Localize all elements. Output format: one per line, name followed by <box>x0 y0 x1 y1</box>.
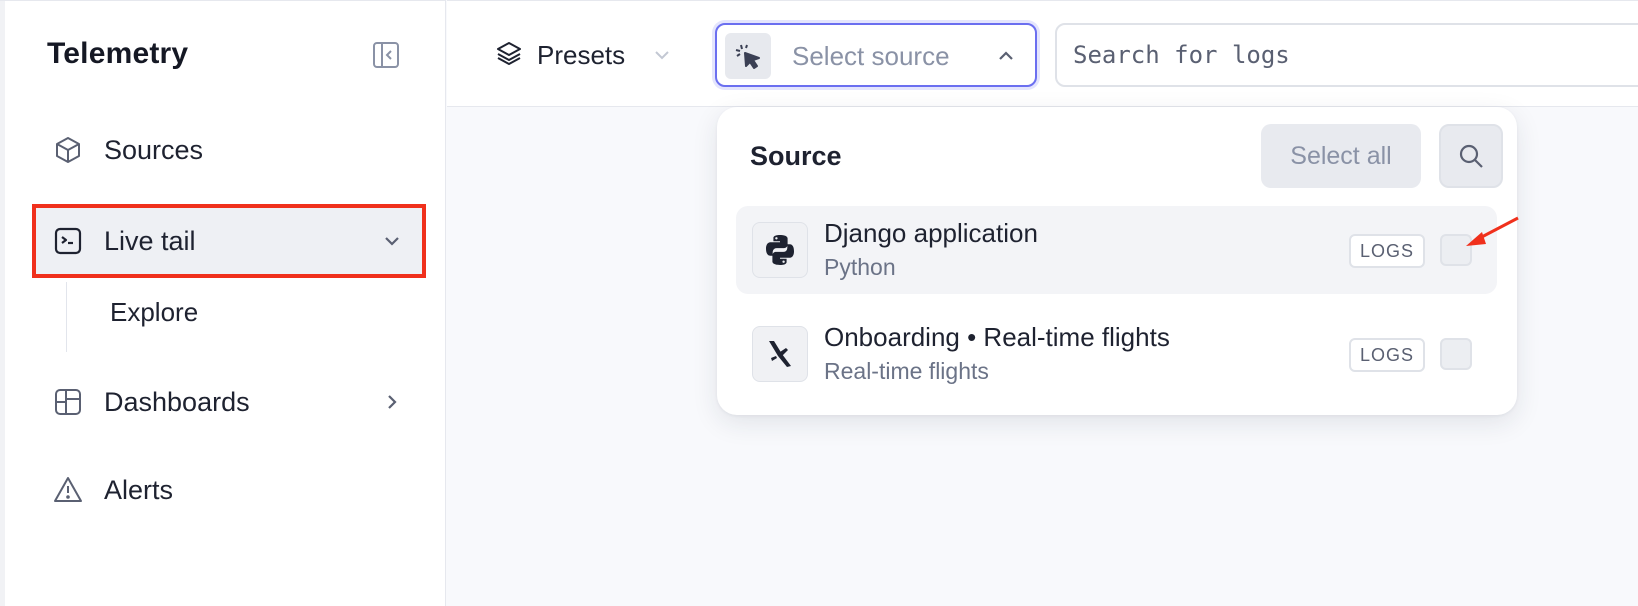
source-name: Onboarding • Real-time flights <box>824 322 1170 352</box>
flight-icon <box>752 326 808 382</box>
source-type-badge: LOGS <box>1349 234 1426 268</box>
warning-icon <box>52 474 84 506</box>
source-select[interactable]: Select source <box>715 23 1037 87</box>
select-all-button[interactable]: Select all <box>1261 124 1421 188</box>
python-icon <box>752 222 808 278</box>
presets-label: Presets <box>537 39 626 70</box>
source-type-badge: LOGS <box>1349 338 1426 372</box>
source-row-onboarding[interactable]: Onboarding • Real-time flights Real-time… <box>736 310 1497 398</box>
subnav-divider <box>66 282 67 352</box>
sidebar-item-label: Live tail <box>104 225 196 256</box>
sidebar-item-alerts[interactable]: Alerts <box>32 455 426 525</box>
dropdown-title: Source <box>750 141 842 171</box>
chevron-up-icon <box>995 45 1017 67</box>
sidebar-item-label: Sources <box>104 134 204 165</box>
sidebar-item-live-tail[interactable]: Live tail <box>32 204 426 278</box>
source-dropdown: Source Select all Django application Pyt… <box>717 107 1517 415</box>
cube-icon <box>52 134 84 166</box>
presets-button[interactable]: Presets <box>495 35 673 75</box>
cursor-click-icon <box>725 33 771 79</box>
dashboard-icon <box>52 386 84 418</box>
sidebar-subitem-explore[interactable]: Explore <box>110 297 198 328</box>
sidebar-item-sources[interactable]: Sources <box>32 115 426 185</box>
terminal-icon <box>52 225 84 257</box>
sidebar-item-label: Dashboards <box>104 386 250 417</box>
chevron-down-icon <box>651 44 673 66</box>
search-icon[interactable] <box>1439 124 1503 188</box>
source-checkbox[interactable] <box>1440 338 1472 370</box>
app-root: Telemetry Sources Live tail Explore Dash… <box>0 0 1638 606</box>
source-subtitle: Real-time flights <box>824 358 989 384</box>
layers-icon <box>495 39 523 72</box>
chevron-down-icon[interactable] <box>380 229 404 253</box>
collapse-sidebar-icon[interactable] <box>372 41 400 69</box>
source-subtitle: Python <box>824 254 896 280</box>
sidebar-item-dashboards[interactable]: Dashboards <box>32 367 426 437</box>
source-row-django[interactable]: Django application Python LOGS <box>736 206 1497 294</box>
search-logs-input[interactable] <box>1055 23 1638 87</box>
source-checkbox[interactable] <box>1440 234 1472 266</box>
sidebar: Telemetry Sources Live tail Explore Dash… <box>0 0 446 606</box>
chevron-right-icon[interactable] <box>380 390 404 414</box>
sidebar-item-label: Alerts <box>104 474 174 505</box>
toolbar: Presets Select source <box>447 0 1638 107</box>
source-name: Django application <box>824 218 1038 248</box>
source-select-placeholder: Select source <box>792 41 950 71</box>
app-title: Telemetry <box>47 37 189 70</box>
